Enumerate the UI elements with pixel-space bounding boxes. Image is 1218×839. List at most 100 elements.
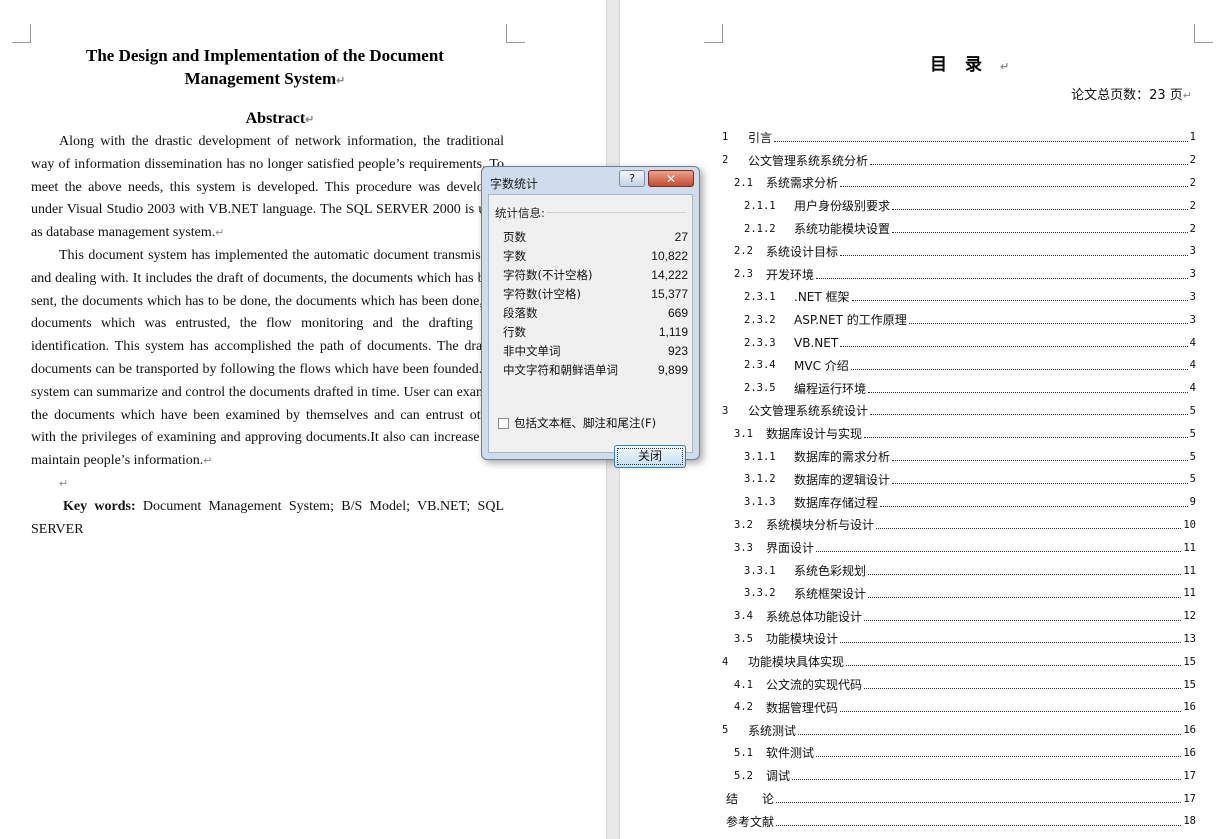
statistics-list: 页数 27 字数 10,822 字符数(不计空格) 14,222 字符数(计空格) 15,37… [503,227,688,379]
include-textboxes-checkbox[interactable] [498,417,509,429]
toc-entry[interactable]: 3 公文管理系统系统设计 5 [722,400,1196,423]
window-close-button[interactable]: ✕ [648,170,694,187]
toc-entry[interactable]: 2.3.4 MVC 介绍 4 [722,354,1196,377]
toc-entry-page: 16 [1183,724,1196,737]
toc-title[interactable]: 目录↵ [930,50,1009,75]
group-divider [547,212,686,213]
toc-leader-dots [851,292,1188,302]
toc-entry-page: 2 [1189,176,1196,189]
toc-entry-number: 5 [722,724,729,737]
statistic-row: 行数 1,119 [503,322,688,341]
toc-entry[interactable]: 2.3.1 .NET 框架 3 [722,286,1196,309]
toc-entry[interactable]: 5.2 调试 17 [722,764,1196,787]
toc-entry[interactable]: 3.1 数据库设计与实现 5 [722,422,1196,445]
include-textboxes-option[interactable]: 包括文本框、脚注和尾注(F) [498,415,656,431]
toc-entry-label: 系统色彩规划 [794,564,867,579]
include-textboxes-label: 包括文本框、脚注和尾注(F) [514,416,657,430]
toc-entry[interactable]: 2.1.1 用户身份级别要求 2 [722,194,1196,217]
toc-entry-page: 3 [1189,290,1196,303]
toc-entry[interactable]: 结 论 17 [722,787,1196,810]
toc-leader-dots [868,566,1182,576]
toc-leader-dots [892,201,1188,211]
toc-leader-dots [892,475,1188,484]
toc-entry[interactable]: 2.3 开发环境 3 [722,263,1196,286]
toc-entry[interactable]: 3.3.2 系统框架设计 11 [722,582,1196,605]
toc-entry[interactable]: 5 系统测试 16 [722,719,1196,742]
toc-entry-number: 2.2 [734,245,753,258]
toc-entry[interactable]: 2.1.2 系统功能模块设置 2 [722,217,1196,240]
toc-entry-label: 系统总体功能设计 [766,609,863,624]
statistic-value: 669 [667,305,688,320]
toc-leader-dots [816,543,1182,553]
total-pages-label[interactable]: 论文总页数：23 页↵ [1071,84,1192,103]
toc-entry-page: 13 [1183,632,1196,645]
crop-mark-top-left [704,24,723,43]
toc-entry[interactable]: 3.4 系统总体功能设计 12 [722,605,1196,628]
toc-entry-label: 数据库的需求分析 [794,450,891,465]
toc-entry-number: 3.1.3 [744,496,776,509]
statistic-label: 段落数 [503,305,538,320]
toc-entry-label: 数据库设计与实现 [766,427,863,442]
toc-entry[interactable]: 3.5 功能模块设计 13 [722,628,1196,651]
help-button[interactable]: ? [619,170,645,187]
toc-entry-number: 3.3.2 [744,587,776,600]
toc-entry-page: 10 [1183,518,1196,531]
paper-title[interactable]: The Design and Implementation of the Doc… [40,44,490,93]
toc-entry-number: 5.1 [734,746,753,759]
statistic-row: 字符数(不计空格) 14,222 [503,265,688,284]
toc-entry-number: 4 [722,655,729,668]
toc-entry[interactable]: 2.3.3 VB.NET 4 [722,331,1196,354]
toc-entry[interactable]: 3.1.3 数据库存储过程 9 [722,491,1196,514]
toc-entry-number: 3.4 [734,610,753,623]
toc-entry[interactable]: 4.1 公文流的实现代码 15 [722,673,1196,696]
toc-leader-dots [816,748,1182,758]
toc-entry[interactable]: 5.1 软件测试 16 [722,742,1196,765]
toc-entry-page: 1 [1189,131,1196,144]
toc-leader-dots [880,498,1188,507]
toc-entry-page: 17 [1183,792,1196,805]
toc-leader-dots [864,680,1182,690]
toc-entry-number: 2.1.2 [744,222,776,235]
toc-leader-dots [776,817,1182,826]
empty-paragraph[interactable]: ↵ [31,473,532,496]
toc-entry[interactable]: 3.2 系统模块分析与设计 10 [722,514,1196,537]
toc-entry-number: 3.1 [734,427,753,440]
statistic-value: 27 [674,229,688,244]
toc-entry[interactable]: 3.3.1 系统色彩规划 11 [722,559,1196,582]
statistic-label: 行数 [503,324,526,339]
toc-entry-page: 17 [1183,769,1196,782]
toc-entry[interactable]: 1 引言 1 [722,126,1196,149]
toc-entry-label: ASP.NET 的工作原理 [794,313,907,328]
toc-entry-page: 5 [1189,450,1196,463]
close-button[interactable]: 关闭 [614,445,686,468]
toc-leader-dots [792,771,1182,781]
toc-entry-label: 功能模块设计 [766,632,839,647]
abstract-heading[interactable]: Abstract↵ [40,110,520,128]
toc-entry[interactable]: 2.3.5 编程运行环境 4 [722,377,1196,400]
toc-leader-dots [840,338,1188,348]
dialog-title: 字数统计 [490,177,539,191]
keywords-line[interactable]: Key words: Document Management System; B… [31,496,504,542]
toc-entry-page: 16 [1183,746,1196,759]
toc-entry[interactable]: 3.1.2 数据库的逻辑设计 5 [722,468,1196,491]
toc-entry[interactable]: 4.2 数据管理代码 16 [722,696,1196,719]
toc-leader-dots [868,384,1188,393]
toc-entry[interactable]: 2.3.2 ASP.NET 的工作原理 3 [722,308,1196,331]
toc-leader-dots [876,520,1182,530]
toc-entry-label: 公文管理系统系统分析 [748,153,869,168]
toc-entry-number: 3 [722,404,729,417]
abstract-paragraph-2[interactable]: This document system has implemented the… [31,245,504,473]
toc-entry[interactable]: 2.2 系统设计目标 3 [722,240,1196,263]
toc-entry-label: 数据库的逻辑设计 [794,472,891,487]
toc-entry[interactable]: 4 功能模块具体实现 15 [722,650,1196,673]
toc-entry[interactable]: 参考文献 18 [722,810,1196,833]
toc-entry-number: 4.2 [734,701,753,714]
toc-entry-label: 公文管理系统系统设计 [748,404,869,419]
abstract-paragraph-1[interactable]: Along with the drastic development of ne… [31,131,504,245]
toc-entry[interactable]: 3.1.1 数据库的需求分析 5 [722,445,1196,468]
statistic-value: 9,899 [657,362,688,377]
toc-entry[interactable]: 2.1 系统需求分析 2 [722,172,1196,195]
toc-entry-page: 16 [1183,701,1196,714]
toc-entry[interactable]: 2 公文管理系统系统分析 2 [722,149,1196,172]
toc-entry[interactable]: 3.3 界面设计 11 [722,536,1196,559]
